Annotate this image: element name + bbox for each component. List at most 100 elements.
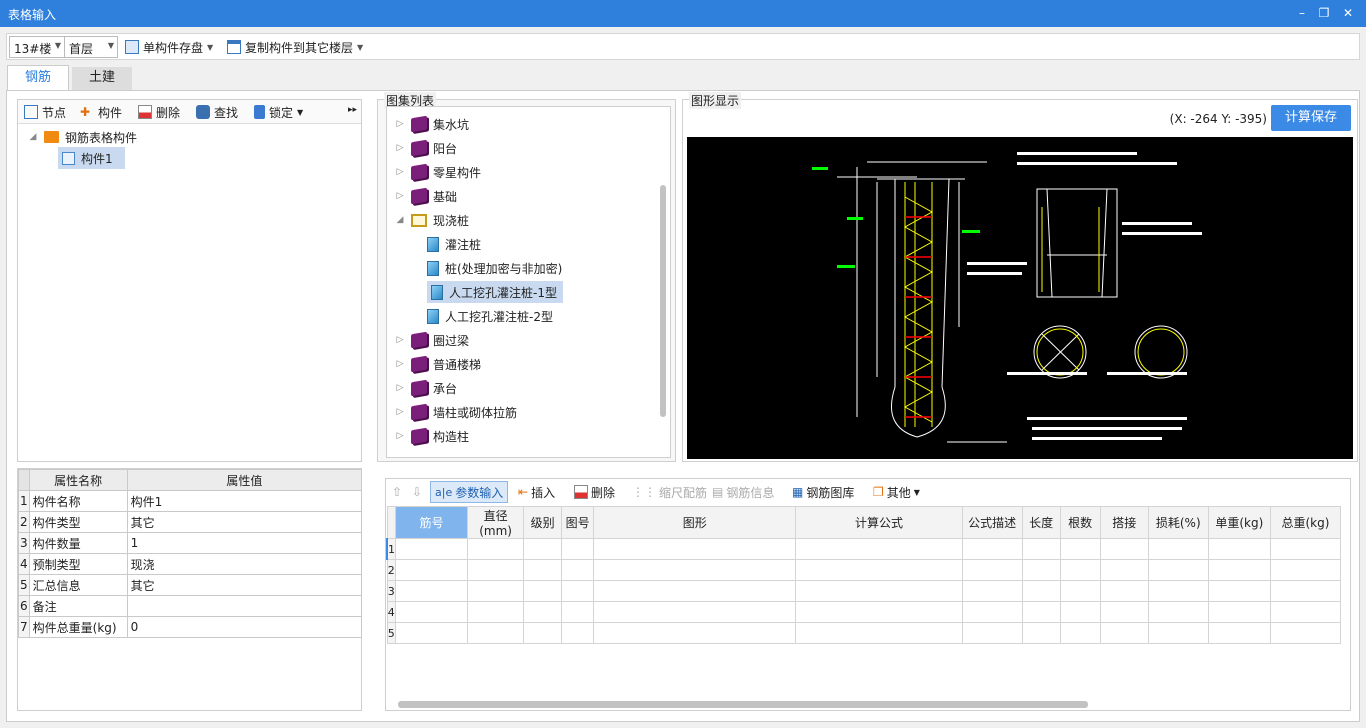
tree-root[interactable]: ◢ 钢筋表格构件 [28, 126, 137, 148]
table-cell[interactable] [1269, 622, 1342, 644]
table-cell[interactable] [1099, 622, 1149, 644]
table-row[interactable]: 2 [386, 559, 1342, 581]
atlas-item[interactable]: 人工挖孔灌注桩-1型 [427, 281, 563, 303]
table-cell[interactable] [1099, 538, 1149, 560]
atlas-item[interactable]: ▷ 圈过梁 [395, 329, 469, 351]
table-cell[interactable] [561, 580, 595, 602]
table-cell[interactable] [961, 580, 1023, 602]
table-cell[interactable] [1059, 601, 1101, 623]
table-cell[interactable] [394, 601, 469, 623]
floor-select[interactable]: 首层 ▼ [64, 36, 118, 58]
table-cell[interactable] [467, 601, 525, 623]
column-header[interactable]: 搭接 [1099, 506, 1149, 539]
property-value[interactable]: 0 [126, 616, 363, 638]
table-cell[interactable] [1269, 601, 1342, 623]
table-cell[interactable] [1021, 538, 1061, 560]
table-cell[interactable] [1147, 559, 1209, 581]
table-cell[interactable] [593, 601, 797, 623]
table-cell[interactable] [523, 559, 563, 581]
atlas-item[interactable]: ▷ 零星构件 [395, 161, 481, 183]
table-cell[interactable] [561, 622, 595, 644]
property-row[interactable]: 4 预制类型 现浇 [18, 553, 363, 575]
atlas-item[interactable]: ▷ 集水坑 [395, 113, 469, 135]
table-cell[interactable] [523, 538, 563, 560]
minimize-icon[interactable]: – [1292, 4, 1312, 22]
table-row[interactable]: 3 [386, 580, 1342, 602]
rebar-info-button[interactable]: ▤ 钢筋信息 [708, 481, 778, 503]
grid-delete-button[interactable]: 删除 [570, 481, 619, 503]
table-cell[interactable] [961, 622, 1023, 644]
rebar-library-button[interactable]: ▦ 钢筋图库 [788, 481, 858, 503]
other-button[interactable]: ❐ 其他 ▼ [869, 481, 924, 503]
table-cell[interactable] [961, 601, 1023, 623]
atlas-item[interactable]: ▷ 构造柱 [395, 425, 469, 447]
lock-button[interactable]: 锁定 ▼ [250, 101, 307, 123]
table-cell[interactable] [467, 538, 525, 560]
expand-icon[interactable]: ▷ [395, 359, 405, 369]
column-header[interactable]: 总重(kg) [1269, 506, 1342, 539]
table-cell[interactable] [561, 601, 595, 623]
move-up-icon[interactable]: ⇧ [388, 481, 406, 503]
table-cell[interactable] [593, 538, 797, 560]
property-value[interactable]: 现浇 [126, 553, 363, 575]
collapse-icon[interactable]: ◢ [395, 215, 405, 225]
table-cell[interactable] [593, 559, 797, 581]
column-header[interactable]: 损耗(%) [1147, 506, 1209, 539]
property-row[interactable]: 6 备注 [18, 595, 363, 617]
table-cell[interactable] [1207, 622, 1271, 644]
building-select[interactable]: 13#楼 ▼ [9, 36, 65, 58]
collapse-icon[interactable]: ◢ [28, 132, 38, 142]
property-row[interactable]: 1 构件名称 构件1 [18, 490, 363, 512]
expand-icon[interactable]: ▷ [395, 407, 405, 417]
table-cell[interactable] [1021, 601, 1061, 623]
tree-item-component-1[interactable]: 构件1 [58, 147, 125, 169]
column-header[interactable]: 图形 [593, 506, 797, 539]
find-button[interactable]: 查找 [192, 101, 242, 123]
column-header[interactable]: 单重(kg) [1207, 506, 1271, 539]
property-value[interactable]: 1 [126, 532, 363, 554]
scale-rebar-button[interactable]: ⋮⋮ 缩尺配筋 [628, 481, 711, 503]
move-down-icon[interactable]: ⇩ [408, 481, 426, 503]
save-single-button[interactable]: 单构件存盘 ▼ [121, 36, 217, 58]
property-row[interactable]: 2 构件类型 其它 [18, 511, 363, 533]
insert-button[interactable]: ⇤ 插入 [514, 481, 559, 503]
table-cell[interactable] [467, 580, 525, 602]
property-value[interactable]: 其它 [126, 511, 363, 533]
table-cell[interactable] [1207, 601, 1271, 623]
expand-icon[interactable]: ▷ [395, 431, 405, 441]
table-cell[interactable] [961, 559, 1023, 581]
atlas-scrollbar[interactable] [660, 185, 666, 417]
atlas-item[interactable]: ▷ 墙柱或砌体拉筋 [395, 401, 517, 423]
column-header[interactable]: 根数 [1059, 506, 1101, 539]
table-cell[interactable] [1147, 601, 1209, 623]
column-header[interactable]: 直径(mm) [467, 506, 525, 539]
table-cell[interactable] [961, 538, 1023, 560]
overflow-icon[interactable]: ▸▸ [348, 105, 357, 115]
calc-save-button[interactable]: 计算保存 [1271, 105, 1351, 131]
table-cell[interactable] [1147, 538, 1209, 560]
expand-icon[interactable]: ▷ [395, 119, 405, 129]
table-cell[interactable] [795, 538, 963, 560]
table-cell[interactable] [593, 580, 797, 602]
table-cell[interactable] [593, 622, 797, 644]
atlas-item[interactable]: ▷ 阳台 [395, 137, 457, 159]
atlas-item[interactable]: ◢ 现浇桩 [395, 209, 469, 231]
table-cell[interactable] [394, 538, 469, 560]
table-cell[interactable] [1099, 559, 1149, 581]
table-cell[interactable] [561, 538, 595, 560]
table-cell[interactable] [1059, 580, 1101, 602]
table-cell[interactable] [1099, 601, 1149, 623]
expand-icon[interactable]: ▷ [395, 191, 405, 201]
column-header[interactable]: 筋号 [394, 506, 469, 539]
property-row[interactable]: 7 构件总重量(kg) 0 [18, 616, 363, 638]
property-value[interactable]: 其它 [126, 574, 363, 596]
table-cell[interactable] [394, 580, 469, 602]
expand-icon[interactable]: ▷ [395, 167, 405, 177]
column-header[interactable]: 图号 [561, 506, 595, 539]
table-row[interactable]: 5 [386, 622, 1342, 644]
column-header[interactable]: 计算公式 [795, 506, 963, 539]
node-button[interactable]: 节点 [20, 101, 70, 123]
table-cell[interactable] [394, 559, 469, 581]
atlas-item[interactable]: ▷ 基础 [395, 185, 457, 207]
property-value[interactable]: 构件1 [126, 490, 363, 512]
